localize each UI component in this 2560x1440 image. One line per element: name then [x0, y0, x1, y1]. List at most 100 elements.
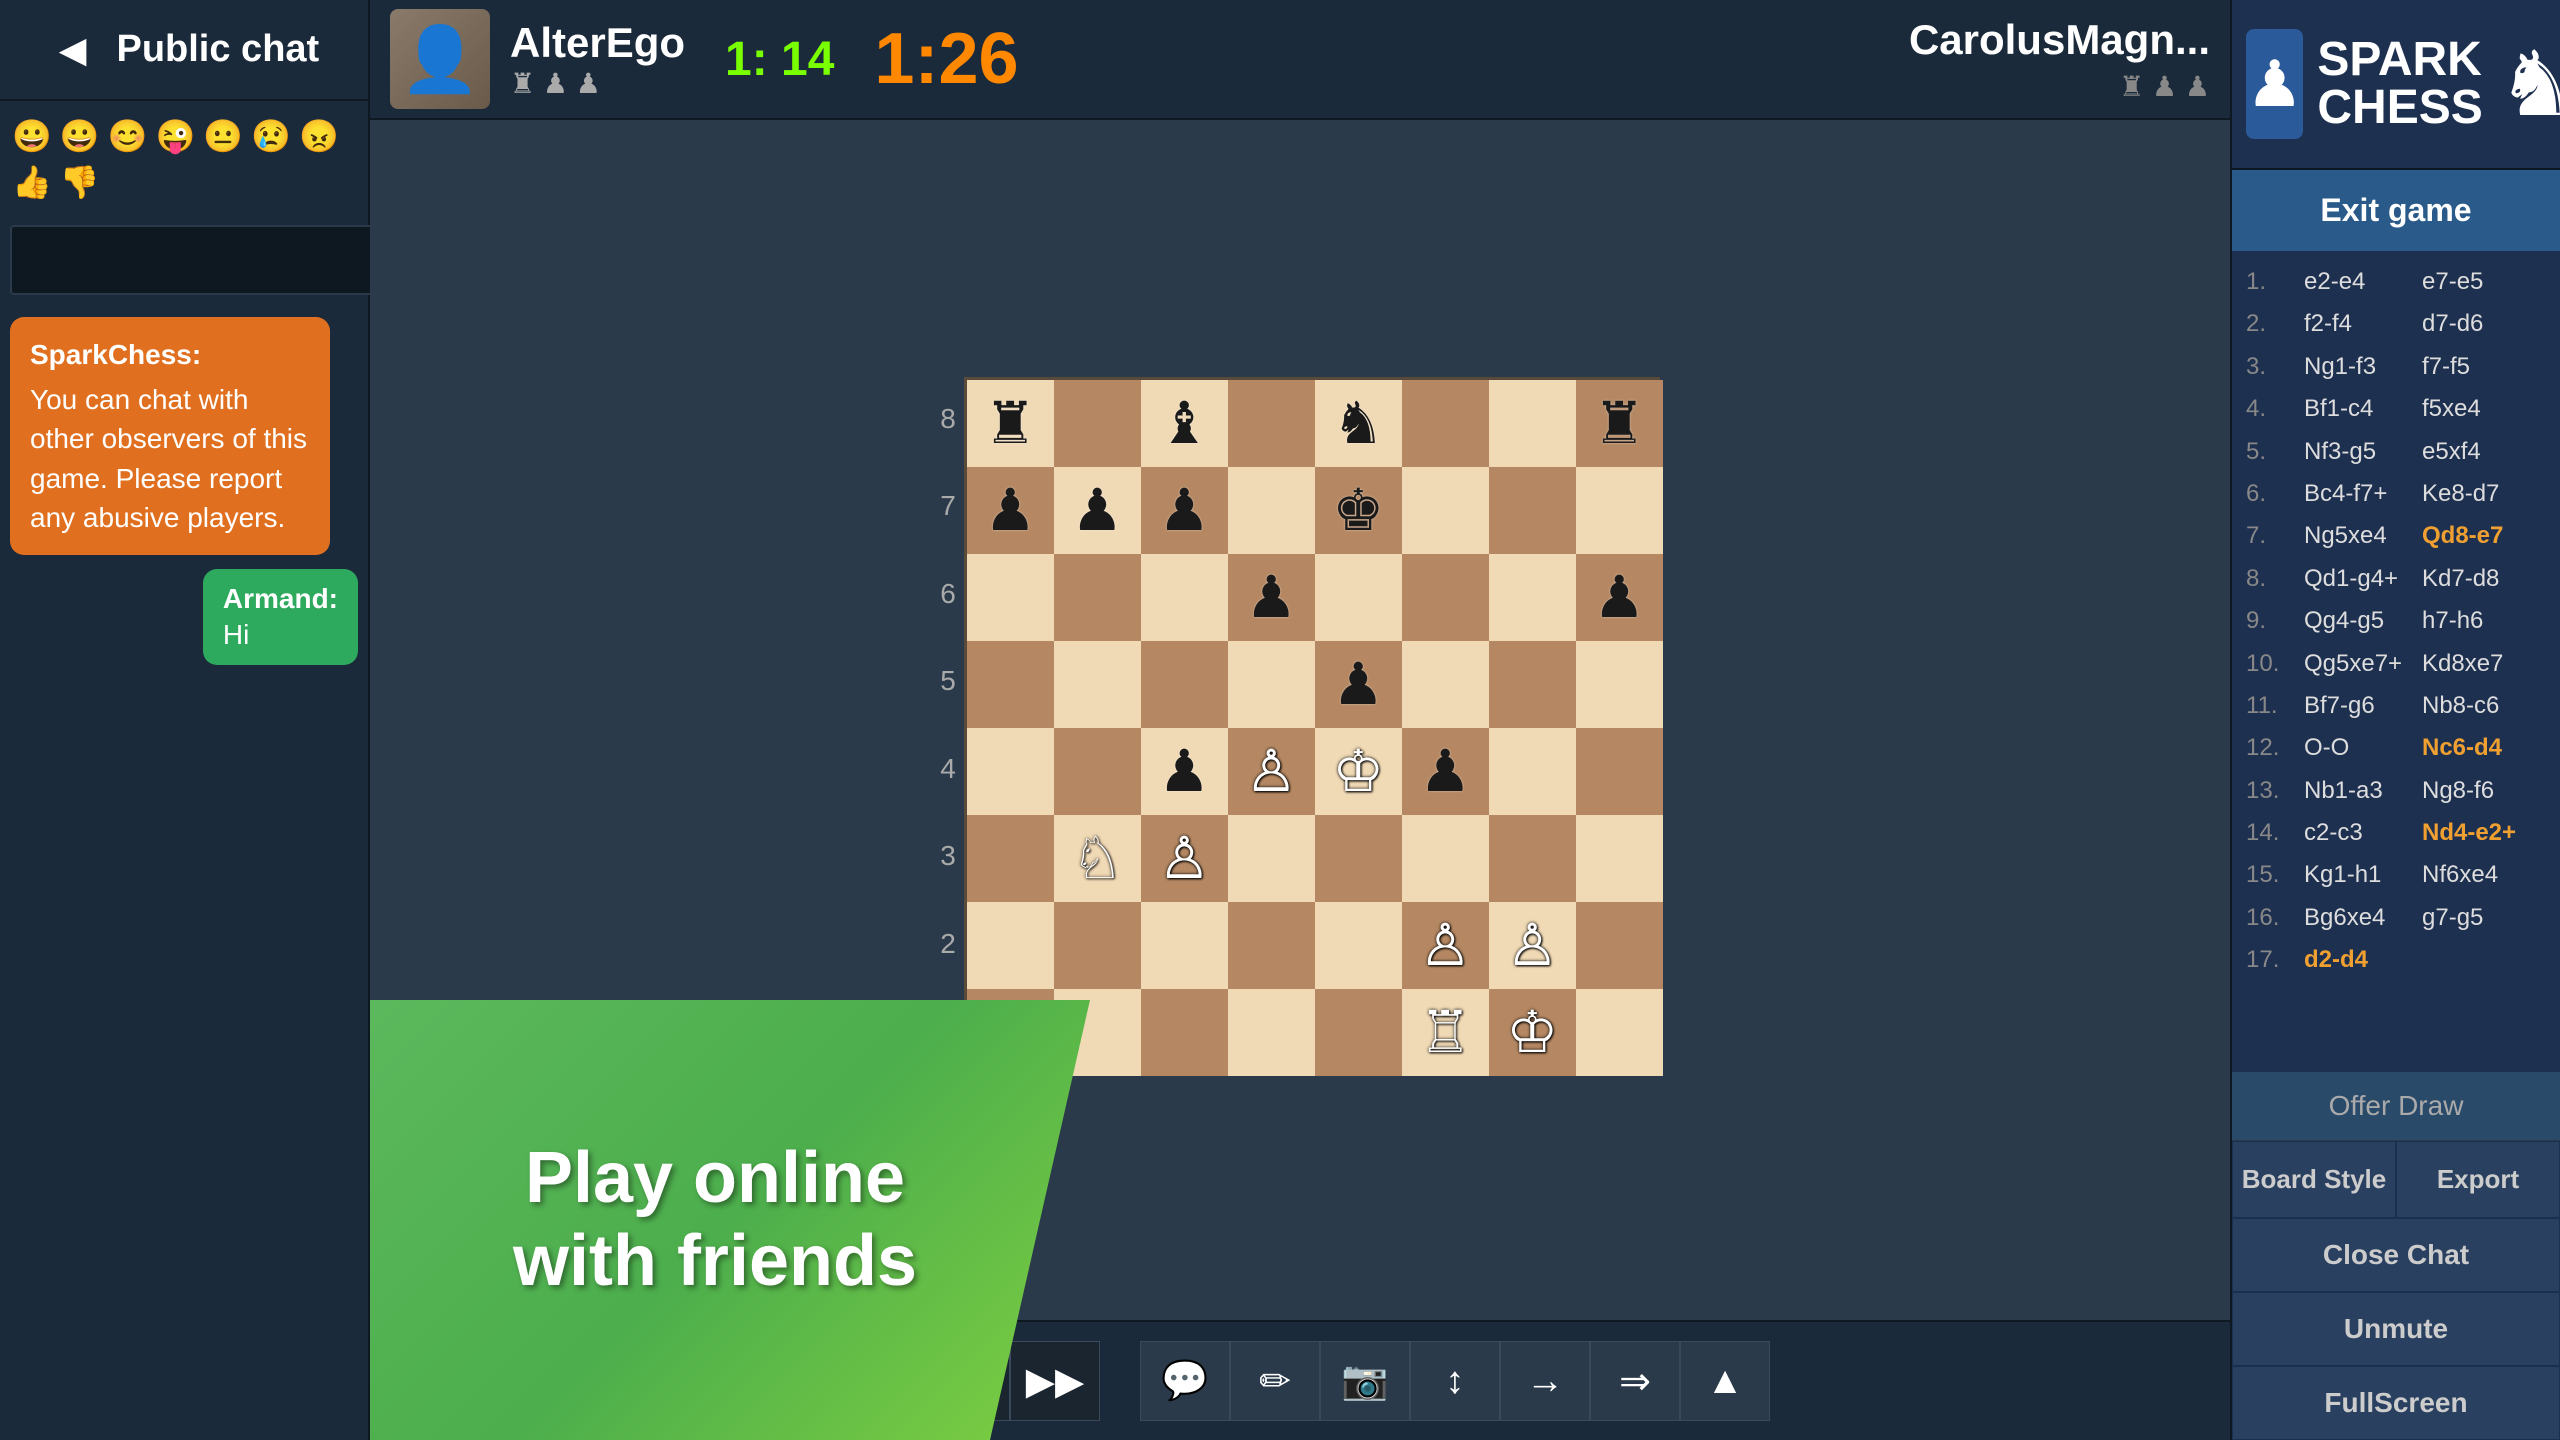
cell-c1[interactable] — [1141, 989, 1228, 1076]
cell-e5[interactable]: ♟ — [1315, 641, 1402, 728]
cell-b4[interactable] — [1054, 728, 1141, 815]
cell-h5[interactable] — [1576, 641, 1663, 728]
cell-d8[interactable] — [1228, 380, 1315, 467]
emoji-angry[interactable]: 😠 — [297, 115, 341, 157]
cell-g7[interactable] — [1489, 467, 1576, 554]
cell-h6[interactable]: ♟ — [1576, 554, 1663, 641]
cell-e6[interactable] — [1315, 554, 1402, 641]
piece-g2[interactable]: ♙ — [1506, 917, 1558, 975]
cell-d5[interactable] — [1228, 641, 1315, 728]
move-white[interactable]: e2-e4 — [2304, 263, 2414, 301]
cell-d4[interactable]: ♙ — [1228, 728, 1315, 815]
cell-c4[interactable]: ♟ — [1141, 728, 1228, 815]
cell-e7[interactable]: ♚ — [1315, 467, 1402, 554]
piece-e4[interactable]: ♔ — [1332, 743, 1384, 801]
cell-a7[interactable]: ♟ — [967, 467, 1054, 554]
move-black[interactable] — [2422, 941, 2532, 979]
emoji-grin[interactable]: 😀 — [10, 115, 54, 157]
move-white[interactable]: Nb1-a3 — [2304, 772, 2414, 810]
move-white[interactable]: Nf3-g5 — [2304, 433, 2414, 471]
back-button[interactable]: ◀ — [49, 29, 97, 71]
forward-control-button[interactable]: ⇒ — [1590, 1341, 1680, 1421]
piece-e5[interactable]: ♟ — [1332, 656, 1384, 714]
emoji-thumbsup[interactable]: 👍 — [10, 161, 54, 203]
next2-button[interactable]: ▶▶ — [1010, 1341, 1100, 1421]
move-white[interactable]: Qd1-g4+ — [2304, 560, 2414, 598]
move-black[interactable]: f7-f5 — [2422, 348, 2532, 386]
arrows-control-button[interactable]: ↕ — [1410, 1341, 1500, 1421]
arrow-right-control-button[interactable]: → — [1500, 1341, 1590, 1421]
cell-f6[interactable] — [1402, 554, 1489, 641]
move-white[interactable]: Bf1-c4 — [2304, 390, 2414, 428]
cell-c2[interactable] — [1141, 902, 1228, 989]
cell-a8[interactable]: ♜ — [967, 380, 1054, 467]
up-control-button[interactable]: ▲ — [1680, 1341, 1770, 1421]
move-white[interactable]: Ng1-f3 — [2304, 348, 2414, 386]
board-style-button[interactable]: Board Style — [2232, 1141, 2396, 1218]
cell-c3[interactable]: ♙ — [1141, 815, 1228, 902]
cell-g2[interactable]: ♙ — [1489, 902, 1576, 989]
cell-d1[interactable] — [1228, 989, 1315, 1076]
cell-a2[interactable] — [967, 902, 1054, 989]
close-chat-button[interactable]: Close Chat — [2232, 1218, 2560, 1292]
piece-c4[interactable]: ♟ — [1158, 743, 1210, 801]
chat-input[interactable] — [10, 225, 377, 295]
cell-e8[interactable]: ♞ — [1315, 380, 1402, 467]
cell-e1[interactable] — [1315, 989, 1402, 1076]
cell-f4[interactable]: ♟ — [1402, 728, 1489, 815]
piece-d6[interactable]: ♟ — [1245, 569, 1297, 627]
cell-b6[interactable] — [1054, 554, 1141, 641]
cell-a5[interactable] — [967, 641, 1054, 728]
move-black[interactable]: f5xe4 — [2422, 390, 2532, 428]
cell-a6[interactable] — [967, 554, 1054, 641]
piece-c8[interactable]: ♝ — [1158, 395, 1210, 453]
piece-b7[interactable]: ♟ — [1071, 482, 1123, 540]
exit-game-button[interactable]: Exit game — [2232, 170, 2560, 251]
offer-draw-button[interactable]: Offer Draw — [2232, 1072, 2560, 1140]
move-white[interactable]: Qg5xe7+ — [2304, 645, 2414, 683]
piece-g1[interactable]: ♔ — [1506, 1004, 1558, 1062]
move-white[interactable]: Bf7-g6 — [2304, 687, 2414, 725]
piece-b3[interactable]: ♘ — [1071, 830, 1123, 888]
move-black[interactable]: e5xf4 — [2422, 433, 2532, 471]
move-black[interactable]: d7-d6 — [2422, 305, 2532, 343]
cell-c6[interactable] — [1141, 554, 1228, 641]
cell-d2[interactable] — [1228, 902, 1315, 989]
cell-b5[interactable] — [1054, 641, 1141, 728]
piece-a8[interactable]: ♜ — [984, 395, 1036, 453]
cell-d3[interactable] — [1228, 815, 1315, 902]
chat-control-button[interactable]: 💬 — [1140, 1341, 1230, 1421]
cell-f2[interactable]: ♙ — [1402, 902, 1489, 989]
move-black[interactable]: Nd4-e2+ — [2422, 814, 2532, 852]
move-black[interactable]: h7-h6 — [2422, 602, 2532, 640]
cell-f1[interactable]: ♖ — [1402, 989, 1489, 1076]
cell-f5[interactable] — [1402, 641, 1489, 728]
move-white[interactable]: Bg6xe4 — [2304, 899, 2414, 937]
piece-c7[interactable]: ♟ — [1158, 482, 1210, 540]
move-black[interactable]: g7-g5 — [2422, 899, 2532, 937]
cell-h8[interactable]: ♜ — [1576, 380, 1663, 467]
unmute-button[interactable]: Unmute — [2232, 1292, 2560, 1366]
emoji-smile[interactable]: 😀 — [58, 115, 102, 157]
move-white[interactable]: Qg4-g5 — [2304, 602, 2414, 640]
move-black[interactable]: Qd8-e7 — [2422, 517, 2532, 555]
fullscreen-button[interactable]: FullScreen — [2232, 1366, 2560, 1440]
move-black[interactable]: Ke8-d7 — [2422, 475, 2532, 513]
cell-h2[interactable] — [1576, 902, 1663, 989]
move-white[interactable]: Ng5xe4 — [2304, 517, 2414, 555]
move-white[interactable]: c2-c3 — [2304, 814, 2414, 852]
cell-f7[interactable] — [1402, 467, 1489, 554]
piece-f2[interactable]: ♙ — [1419, 917, 1471, 975]
export-button[interactable]: Export — [2396, 1141, 2560, 1218]
move-white[interactable]: Bc4-f7+ — [2304, 475, 2414, 513]
move-black[interactable]: Nc6-d4 — [2422, 729, 2532, 767]
cell-e3[interactable] — [1315, 815, 1402, 902]
cell-c7[interactable]: ♟ — [1141, 467, 1228, 554]
cell-c5[interactable] — [1141, 641, 1228, 728]
cell-h3[interactable] — [1576, 815, 1663, 902]
move-black[interactable]: Kd8xe7 — [2422, 645, 2532, 683]
cell-b3[interactable]: ♘ — [1054, 815, 1141, 902]
emoji-wink[interactable]: 😜 — [154, 115, 198, 157]
cell-e2[interactable] — [1315, 902, 1402, 989]
move-white[interactable]: O-O — [2304, 729, 2414, 767]
